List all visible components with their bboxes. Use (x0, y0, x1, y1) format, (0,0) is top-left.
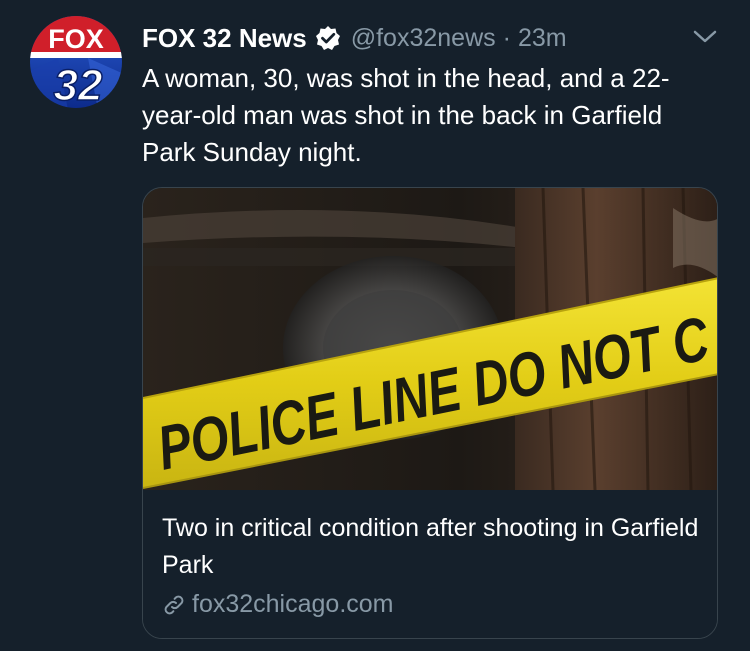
link-icon (164, 595, 184, 614)
timestamp[interactable]: 23m (518, 24, 567, 53)
avatar[interactable]: FOX 32 (28, 14, 124, 111)
card-domain[interactable]: fox32chicago.com (162, 590, 394, 619)
fox32-logo-icon: FOX 32 (30, 16, 122, 111)
police-tape-image: POLICE LINE DO NOT C (143, 188, 717, 490)
logo-text-bottom: 32 (54, 61, 103, 110)
chevron-down-icon[interactable] (692, 28, 718, 46)
tweet[interactable]: FOX 32 FOX 32 News @fox32news · 23m A wo… (0, 0, 750, 651)
card-domain-text[interactable]: fox32chicago.com (192, 590, 394, 619)
card-body: Two in critical condition after shooting… (143, 490, 717, 638)
display-name[interactable]: FOX 32 News (142, 23, 307, 54)
logo-text-top: FOX (48, 24, 104, 54)
link-card[interactable]: POLICE LINE DO NOT C Two in critical con… (142, 187, 718, 639)
tweet-header: FOX 32 News @fox32news · 23m (142, 20, 567, 56)
verified-badge-icon (315, 26, 340, 50)
separator-dot: · (502, 23, 511, 52)
card-title: Two in critical condition after shooting… (162, 514, 699, 579)
handle[interactable]: @fox32news (351, 24, 496, 53)
tweet-text: A woman, 30, was shot in the head, and a… (142, 63, 670, 167)
